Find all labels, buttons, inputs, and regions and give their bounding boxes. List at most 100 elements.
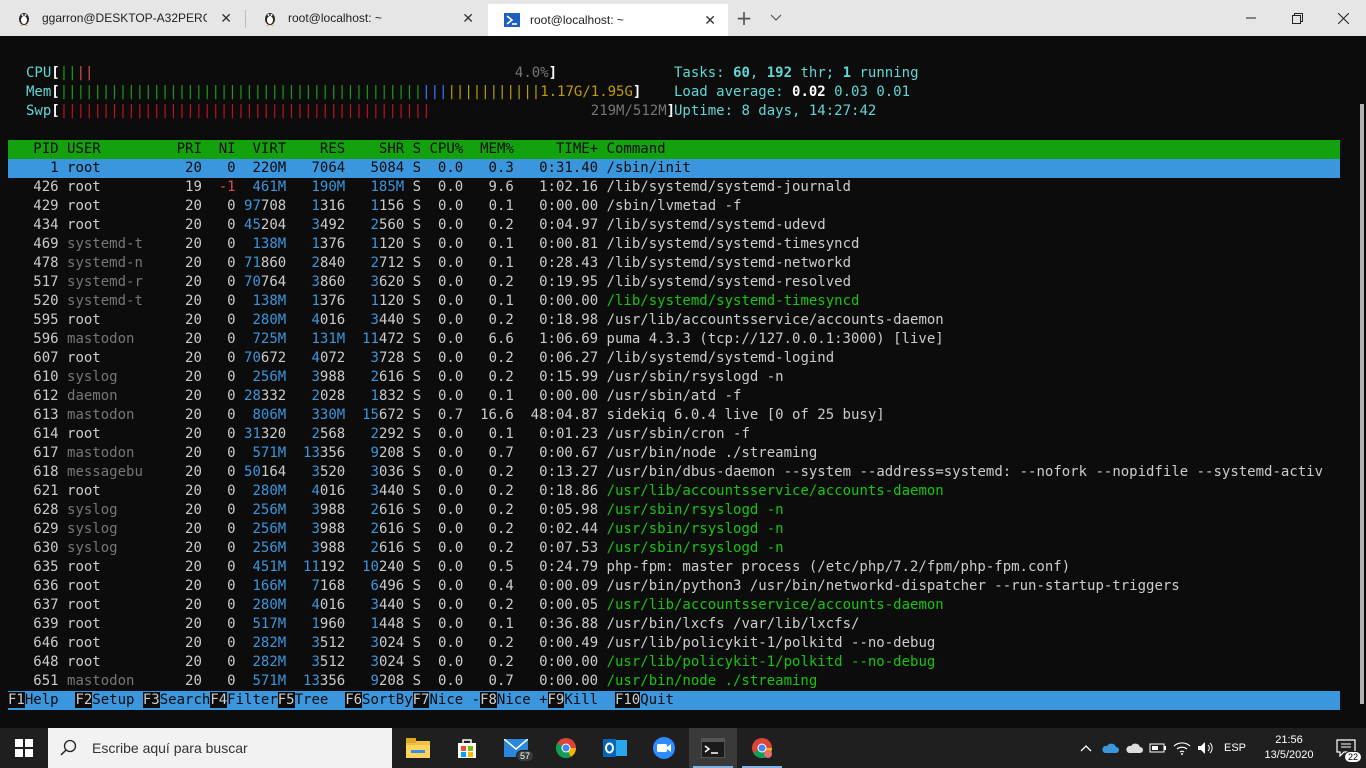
minimize-button[interactable] (1228, 0, 1274, 36)
process-row[interactable]: 628 syslog 20 0 256M 3988 2616 S 0.0 0.2… (8, 501, 1340, 520)
chrome-app[interactable] (542, 728, 590, 768)
shr-cell: 2560 (370, 217, 405, 233)
time-cell: 0:15.99 (513, 369, 599, 385)
time-cell: 0:00.49 (513, 635, 599, 651)
fkey-button[interactable]: F10Quit (614, 692, 674, 708)
process-row[interactable]: 636 root 20 0 166M 7168 6496 S 0.0 0.4 0… (8, 577, 1340, 596)
process-row[interactable]: 434 root 20 0 45204 3492 2560 S 0.0 0.2 … (8, 216, 1340, 235)
mail-app[interactable]: 57 (492, 728, 540, 768)
tab-dropdown-button[interactable] (764, 0, 788, 36)
process-row[interactable]: 1 root 20 0 220M 7064 5084 S 0.0 0.3 0:3… (8, 159, 1340, 178)
scrollbar[interactable] (1358, 36, 1366, 728)
virt-cell: 71860 (244, 255, 287, 271)
close-tab-icon[interactable]: ✕ (704, 12, 716, 29)
time-cell: 0:07.53 (513, 540, 599, 556)
powershell-icon (504, 12, 520, 28)
fkey-button[interactable]: F1Help (8, 692, 75, 708)
process-row[interactable]: 621 root 20 0 280M 4016 3440 S 0.0 0.2 0… (8, 482, 1340, 501)
close-window-button[interactable] (1320, 0, 1366, 36)
process-row[interactable]: 517 systemd-r 20 0 70764 3860 3620 S 0.0… (8, 273, 1340, 292)
terminal-app[interactable] (689, 728, 737, 768)
tab-3-active[interactable]: root@localhost: ~ ✕ (488, 4, 728, 36)
process-row[interactable]: 651 mastodon 20 0 571M 13356 9208 S 0.0 … (8, 672, 1340, 691)
process-row[interactable]: 617 mastodon 20 0 571M 13356 9208 S 0.0 … (8, 444, 1340, 463)
new-tab-button[interactable]: + (732, 0, 756, 36)
close-tab-icon[interactable]: ✕ (220, 10, 232, 27)
fkey-button[interactable]: F5Tree (277, 692, 345, 708)
fkey-button[interactable]: F7Nice - (412, 692, 480, 708)
zoom-app[interactable] (640, 728, 688, 768)
col-pri: PRI (142, 141, 202, 157)
tab-label: ggarron@DESKTOP-A32PERG: ~ (42, 11, 207, 25)
pri-cell: 20 (142, 217, 202, 233)
outlook-app[interactable] (591, 728, 639, 768)
fkey-button[interactable]: F2Setup (75, 692, 142, 708)
process-row[interactable]: 618 messagebu 20 0 50164 3520 3036 S 0.0… (8, 463, 1340, 482)
terminal-window[interactable]: CPU[|||| 4.0%] Mem[|||||||||||||||||||||… (0, 36, 1366, 728)
process-row[interactable]: 614 root 20 0 31320 2568 2292 S 0.0 0.1 … (8, 425, 1340, 444)
file-explorer-app[interactable] (394, 728, 442, 768)
ni-cell: 0 (201, 502, 236, 518)
onedrive-personal-icon[interactable] (1122, 728, 1146, 768)
time-cell: 0:24.79 (513, 559, 599, 575)
command-cell: /lib/systemd/systemd-networkd (606, 255, 852, 271)
process-row[interactable]: 613 mastodon 20 0 806M 330M 15672 S 0.7 … (8, 406, 1340, 425)
chrome-profile-app[interactable] (738, 728, 786, 768)
process-row[interactable]: 629 syslog 20 0 256M 3988 2616 S 0.0 0.2… (8, 520, 1340, 539)
process-row[interactable]: 646 root 20 0 282M 3512 3024 S 0.0 0.2 0… (8, 634, 1340, 653)
onedrive-icon[interactable] (1098, 728, 1122, 768)
fkey-button[interactable]: F8Nice + (480, 692, 548, 708)
tab-2[interactable]: root@localhost: ~ ✕ (246, 0, 486, 36)
mem-cell: 9.6 (463, 179, 514, 195)
close-icon (1337, 12, 1349, 24)
process-row[interactable]: 478 systemd-n 20 0 71860 2840 2712 S 0.0… (8, 254, 1340, 273)
res-cell: 7064 (286, 160, 346, 176)
process-row[interactable]: 648 root 20 0 282M 3512 3024 S 0.0 0.2 0… (8, 653, 1340, 672)
process-row[interactable]: 469 systemd-t 20 0 138M 1376 1120 S 0.0 … (8, 235, 1340, 254)
fkey-button[interactable]: F4Filter (210, 692, 278, 708)
search-input[interactable] (90, 739, 374, 757)
pri-cell: 20 (142, 597, 202, 613)
time-cell: 0:28.43 (513, 255, 599, 271)
process-row[interactable]: 596 mastodon 20 0 725M 131M 11472 S 0.0 … (8, 330, 1340, 349)
process-row[interactable]: 429 root 20 0 97708 1316 1156 S 0.0 0.1 … (8, 197, 1340, 216)
show-hidden-icons-chevron-icon[interactable] (1074, 728, 1098, 768)
microsoft-store-app[interactable] (443, 728, 491, 768)
time-cell: 0:00.00 (513, 673, 599, 689)
time-cell: 0:36.88 (513, 616, 599, 632)
close-tab-icon[interactable]: ✕ (462, 10, 474, 27)
maximize-button[interactable] (1274, 0, 1320, 36)
process-row[interactable]: 630 syslog 20 0 256M 3988 2616 S 0.0 0.2… (8, 539, 1340, 558)
col-time: TIME+ (513, 141, 599, 157)
fkey-button[interactable]: F9Kill (547, 692, 615, 708)
scrollbar-thumb[interactable] (1360, 104, 1364, 704)
process-row[interactable]: 637 root 20 0 280M 4016 3440 S 0.0 0.2 0… (8, 596, 1340, 615)
process-row[interactable]: 426 root 19 -1 461M 190M 185M S 0.0 9.6 … (8, 178, 1340, 197)
clock[interactable]: 21:56 13/5/2020 (1252, 733, 1326, 763)
pri-cell: 20 (142, 483, 202, 499)
wifi-icon[interactable] (1170, 728, 1194, 768)
pid-cell: 517 (8, 274, 59, 290)
process-row[interactable]: 635 root 20 0 451M 11192 10240 S 0.0 0.5… (8, 558, 1340, 577)
process-row[interactable]: 610 syslog 20 0 256M 3988 2616 S 0.0 0.2… (8, 368, 1340, 387)
folder-icon (406, 738, 430, 758)
mem-cell: 0.2 (463, 217, 514, 233)
battery-icon[interactable] (1146, 728, 1170, 768)
process-row[interactable]: 639 root 20 0 517M 1960 1448 S 0.0 0.1 0… (8, 615, 1340, 634)
res-cell: 1316 (311, 198, 346, 214)
process-row[interactable]: 520 systemd-t 20 0 138M 1376 1120 S 0.0 … (8, 292, 1340, 311)
start-button[interactable] (0, 728, 48, 768)
fkey-button[interactable]: F3Search (142, 692, 210, 708)
process-row[interactable]: 612 daemon 20 0 28332 2028 1832 S 0.0 0.… (8, 387, 1340, 406)
language-indicator[interactable]: ESP (1218, 728, 1252, 768)
tab-1[interactable]: ggarron@DESKTOP-A32PERG: ~ ✕ (0, 0, 244, 36)
process-row[interactable]: 607 root 20 0 70672 4072 3728 S 0.0 0.2 … (8, 349, 1340, 368)
fkey-button[interactable]: F6SortBy (345, 692, 413, 708)
notification-center-button[interactable]: 22 (1326, 728, 1366, 768)
taskbar-search[interactable] (48, 728, 392, 768)
process-row[interactable]: 595 root 20 0 280M 4016 3440 S 0.0 0.2 0… (8, 311, 1340, 330)
fkey-f5: F5 (277, 692, 295, 708)
virt-cell: 31320 (244, 426, 287, 442)
volume-icon[interactable] (1194, 728, 1218, 768)
cpu-cell: 0.0 (421, 293, 464, 309)
